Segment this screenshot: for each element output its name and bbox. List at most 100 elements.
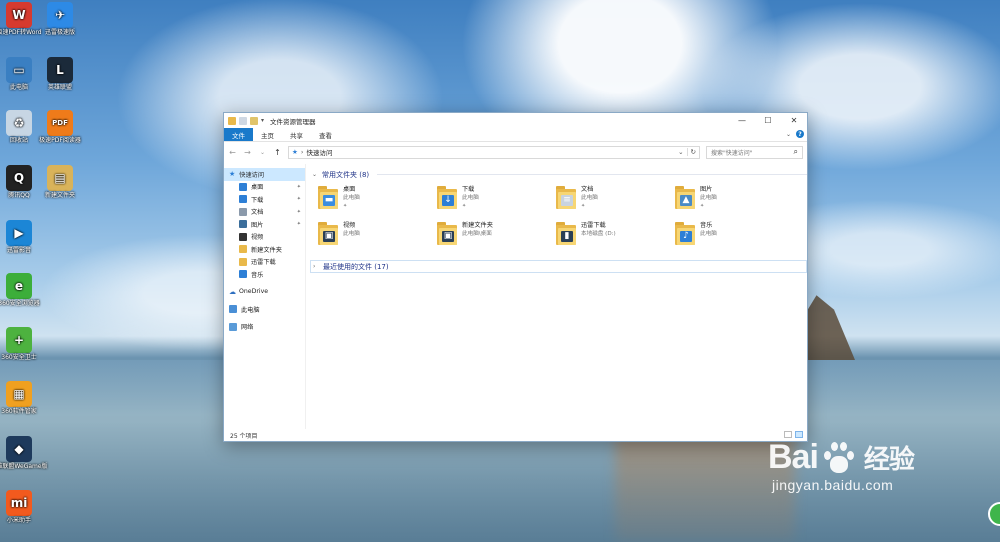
folder-tile[interactable]: ▣ 视频 此电脑 <box>318 220 437 256</box>
folder-name: 下载 <box>462 186 475 193</box>
tab-file[interactable]: 文件 <box>224 128 253 141</box>
folder-icon: ≡ <box>556 186 576 212</box>
pin-icon[interactable]: ✦ <box>297 209 301 215</box>
tab-view[interactable]: 查看 <box>311 128 340 141</box>
desktop-shortcut[interactable]: mi 小米助手 <box>0 490 48 524</box>
folder-tile[interactable]: ▬ 桌面 此电脑 ✦ <box>318 184 437 220</box>
folder-tile[interactable]: ♪ 音乐 此电脑 <box>675 220 794 256</box>
desktop-shortcut-label: 新建文件夹 <box>44 192 75 199</box>
desktop-shortcut[interactable]: ▦ 360软件管家 <box>0 381 48 415</box>
watermark-url: jingyan.baidu.com <box>772 477 894 493</box>
back-button[interactable]: ← <box>228 148 237 157</box>
nav-label: 此电脑 <box>241 306 260 314</box>
window-title: 文件资源管理器 <box>270 117 316 126</box>
folder-tiles: ▬ 桌面 此电脑 ✦ ↓ 下载 此电脑 ✦ ≡ 文档 此电脑 ✦ ▲ 图片 此电脑 ✦ ▣ 视频 此电脑 ▣ 新建文件夹… <box>310 181 807 260</box>
pin-icon[interactable]: ✦ <box>297 221 301 227</box>
folder-tile[interactable]: ≡ 文档 此电脑 ✦ <box>556 184 675 220</box>
forward-button[interactable]: → <box>243 148 252 157</box>
nav-onedrive[interactable]: ☁ OneDrive <box>224 286 305 299</box>
nav-network[interactable]: 网络 <box>224 321 305 334</box>
title-bar[interactable]: ▾ 文件资源管理器 — ☐ ✕ <box>224 113 807 128</box>
folder-location: 本地磁盘 (D:) <box>581 231 616 237</box>
large-icons-view-button[interactable] <box>795 431 803 438</box>
folder-tile[interactable]: ▣ 新建文件夹 此电脑\桌面 <box>437 220 556 256</box>
desktop-shortcut[interactable]: L 英雄联盟 <box>31 57 89 91</box>
breadcrumb-separator-icon[interactable]: › <box>301 148 304 156</box>
explorer-app-icon <box>228 116 236 125</box>
folder-location: 此电脑 <box>343 195 360 201</box>
folder-icon: ↓ <box>437 186 457 212</box>
expand-ribbon-icon[interactable]: ⌄ <box>786 131 791 138</box>
watermark-brand-left: Bai <box>768 438 819 476</box>
desktop-shortcut[interactable]: ▤ 新建文件夹 <box>31 165 89 199</box>
star-icon: ★ <box>229 170 236 179</box>
folder-icon: ▣ <box>318 222 338 248</box>
nav-this-pc[interactable]: 此电脑 <box>224 303 305 316</box>
league-icon: L <box>47 57 73 83</box>
paw-icon <box>820 439 858 477</box>
desktop-shortcut[interactable]: ▶ 迅雷影音 <box>0 220 48 254</box>
pdf-to-word-icon: W <box>6 2 32 28</box>
breadcrumb-location[interactable]: 快速访问 <box>306 147 332 157</box>
folder-location: 此电脑 <box>700 195 717 201</box>
address-dropdown-icon[interactable]: ⌄ <box>678 148 683 156</box>
folder-tile[interactable]: ▲ 图片 此电脑 ✦ <box>675 184 794 220</box>
help-icon[interactable]: ? <box>796 130 804 138</box>
nav-item[interactable]: 音乐 <box>224 268 305 281</box>
desktop-shortcut-label: 360软件管家 <box>1 408 37 415</box>
address-bar[interactable]: ★ › 快速访问 ⌄ ↻ <box>288 145 700 159</box>
nav-item[interactable]: 文档 ✦ <box>224 206 305 219</box>
qq-icon: Q <box>6 165 32 191</box>
desktop-shortcut[interactable]: PDF 极速PDF阅读器 <box>31 110 89 144</box>
360-safe-icon: + <box>6 327 32 353</box>
search-icon[interactable]: ⌕ <box>794 147 798 157</box>
nav-label: 文档 <box>251 209 264 217</box>
pin-icon[interactable]: ✦ <box>297 184 301 190</box>
tab-home[interactable]: 主页 <box>253 128 282 141</box>
item-count: 25 个项目 <box>230 432 258 440</box>
nav-item[interactable]: 新建文件夹 <box>224 243 305 256</box>
file-explorer-window[interactable]: ▾ 文件资源管理器 — ☐ ✕ 文件 主页 共享 查看 ⌄ ? ← → ⌄ ↑ … <box>223 112 808 442</box>
customize-toolbar-icon[interactable]: ▾ <box>261 117 264 124</box>
refresh-icon[interactable]: ↻ <box>686 148 696 156</box>
pin-icon[interactable]: ✦ <box>297 196 301 202</box>
nav-label: 音乐 <box>251 271 264 279</box>
maximize-button[interactable]: ☐ <box>755 113 781 128</box>
folder-icon <box>239 232 247 241</box>
folder-name: 桌面 <box>343 186 356 193</box>
nav-item[interactable]: 迅雷下载 <box>224 256 305 269</box>
properties-icon[interactable] <box>239 116 247 125</box>
folder-tile[interactable]: ↓ 下载 此电脑 ✦ <box>437 184 556 220</box>
folder-icon <box>239 270 247 279</box>
close-button[interactable]: ✕ <box>781 113 807 128</box>
new-folder-icon[interactable] <box>250 116 258 125</box>
group-recent-files[interactable]: › 最近使用的文件 (17) <box>310 260 807 273</box>
thunder-icon: ✈ <box>47 2 73 28</box>
nav-pinned-list: 桌面 ✦ 下载 ✦ 文档 ✦ 图片 ✦ 视频 新建文件夹 迅雷下载 音乐 <box>224 181 305 281</box>
nav-quick-access[interactable]: ★ 快速访问 <box>224 168 305 181</box>
desktop-shortcut[interactable]: ◆英雄联盟WeGame版 <box>0 436 48 470</box>
group-frequent-folders[interactable]: ⌄ 常用文件夹 (8) <box>310 168 807 181</box>
tab-share[interactable]: 共享 <box>282 128 311 141</box>
desktop-shortcut[interactable]: ✈ 迅雷极速版 <box>31 2 89 36</box>
up-button[interactable]: ↑ <box>273 148 282 157</box>
minimize-button[interactable]: — <box>729 113 755 128</box>
folder-icon <box>239 220 247 229</box>
search-input[interactable]: 搜索"快速访问" ⌕ <box>706 145 803 159</box>
nav-label: 图片 <box>251 221 264 229</box>
nav-item[interactable]: 桌面 ✦ <box>224 181 305 194</box>
nav-label: 新建文件夹 <box>251 246 282 254</box>
nav-item[interactable]: 视频 <box>224 231 305 244</box>
nav-item[interactable]: 下载 ✦ <box>224 193 305 206</box>
desktop-shortcut[interactable]: e 360安全浏览器 <box>0 273 48 307</box>
pdf-reader-icon: PDF <box>47 110 73 136</box>
desktop-shortcut-label: 英雄联盟 <box>47 84 72 91</box>
folder-tile[interactable]: ▮ 迅雷下载 本地磁盘 (D:) <box>556 220 675 256</box>
recent-locations-icon[interactable]: ⌄ <box>258 149 267 156</box>
details-view-button[interactable] <box>784 431 792 438</box>
desktop-shortcut[interactable]: +360安全卫士 <box>0 327 48 361</box>
nav-item[interactable]: 图片 ✦ <box>224 218 305 231</box>
nav-label: 桌面 <box>251 184 264 192</box>
nav-label: 网络 <box>241 324 254 332</box>
folder-location: 此电脑 <box>462 195 479 201</box>
